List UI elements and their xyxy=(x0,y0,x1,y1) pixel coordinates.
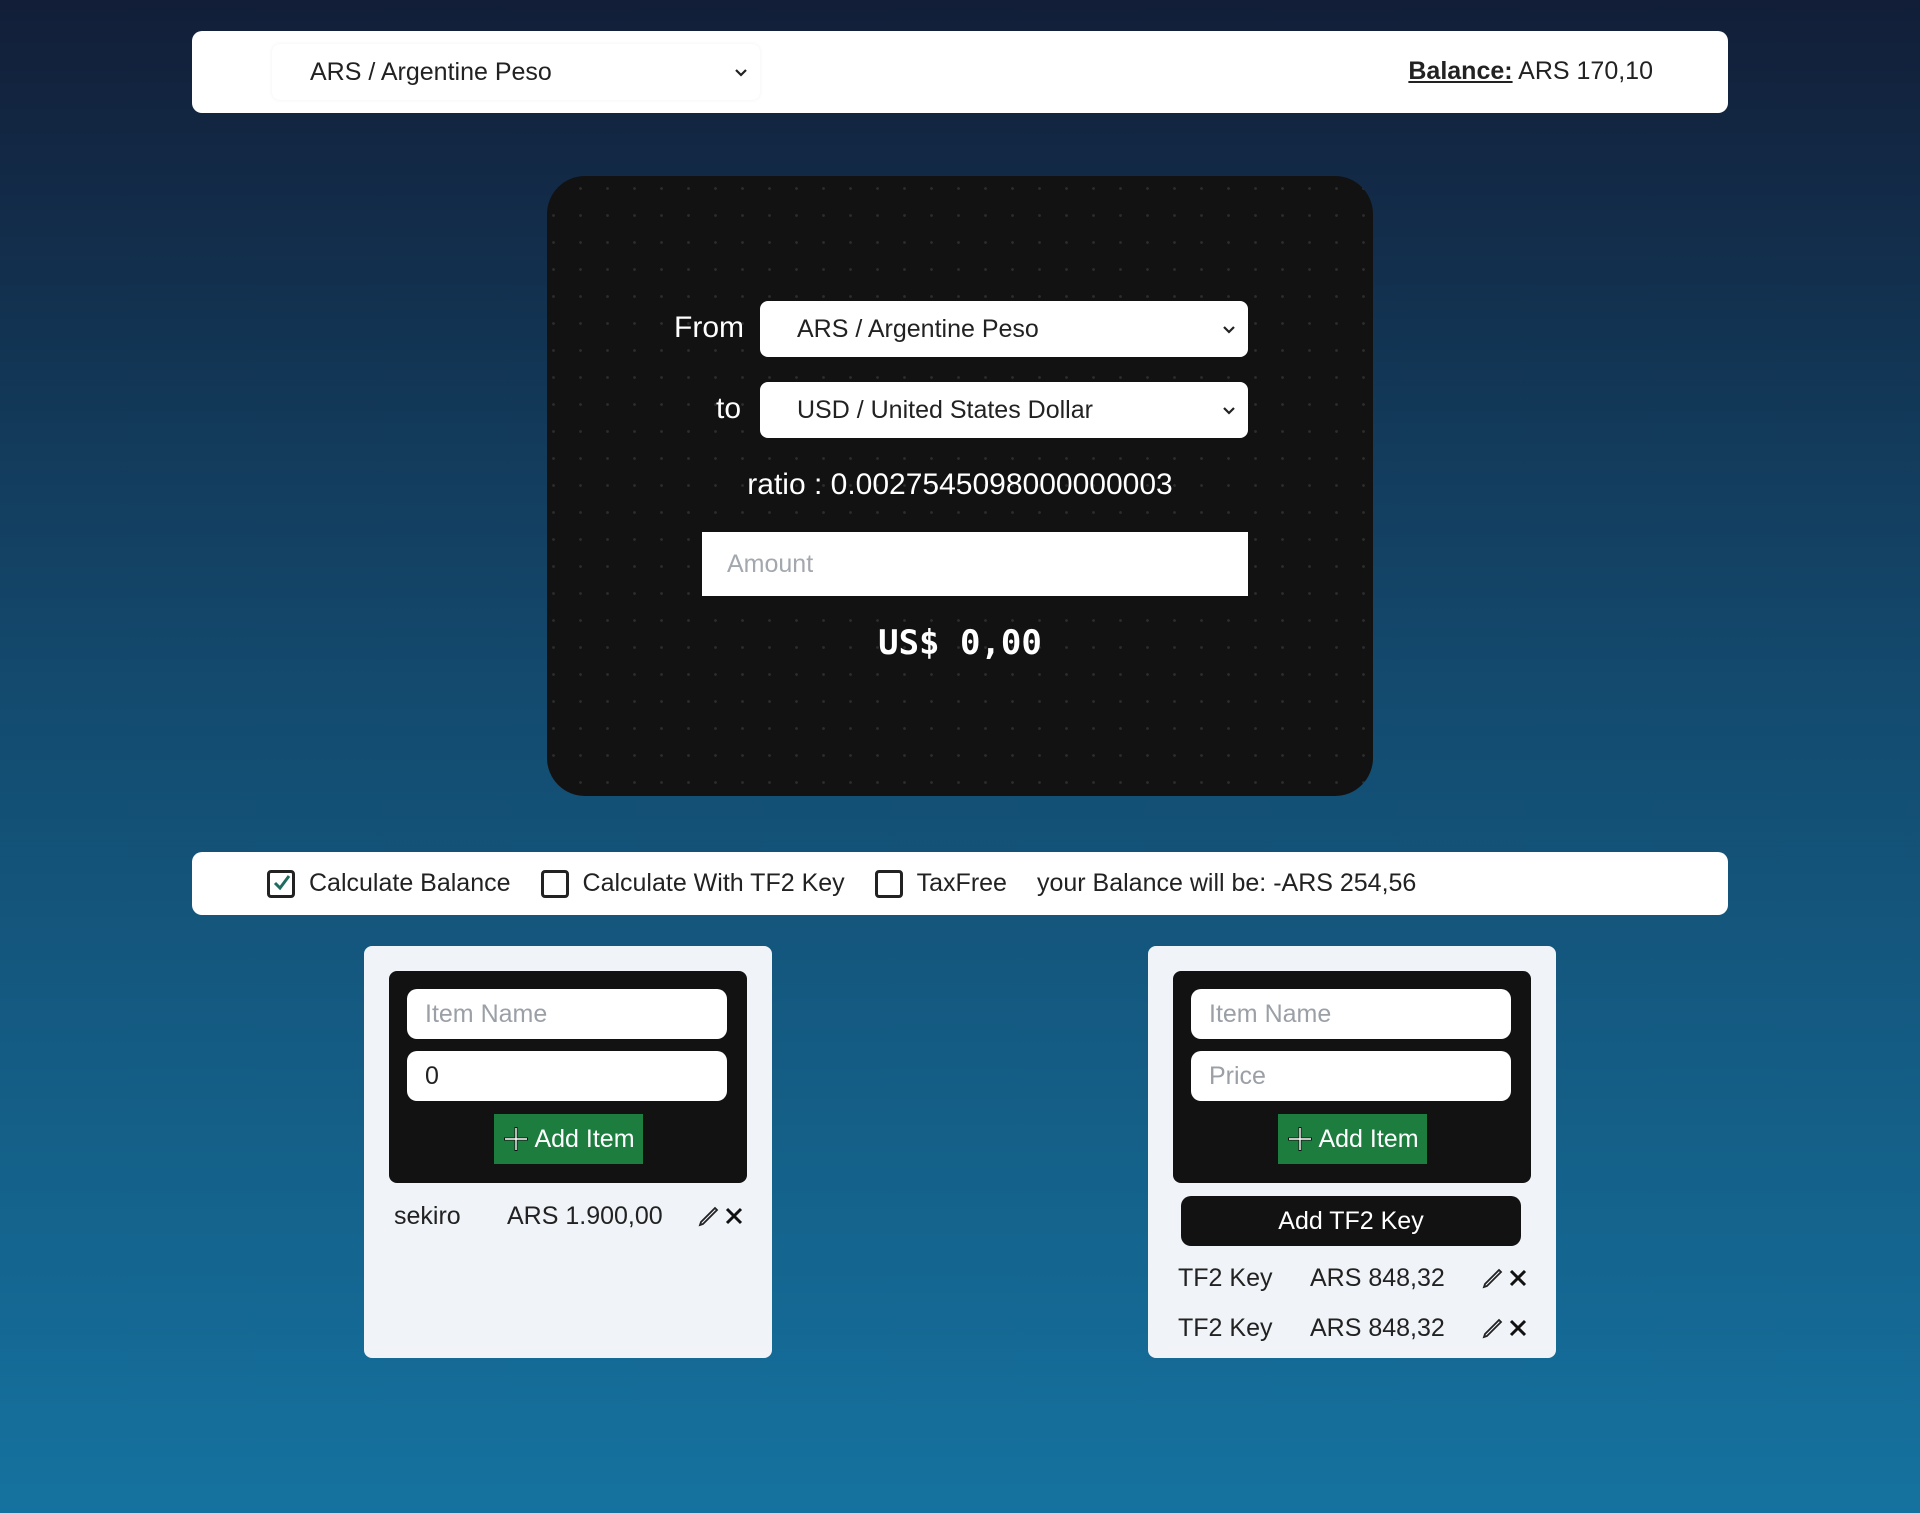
item-form: Add Item xyxy=(389,971,747,1183)
checkmark-icon xyxy=(273,874,291,890)
balance-value: ARS 170,10 xyxy=(1518,57,1653,85)
plus-icon xyxy=(1288,1127,1313,1151)
items-panel-left: Add Item sekiro ARS 1.900,00 xyxy=(364,946,772,1358)
taxfree-checkbox[interactable] xyxy=(874,869,903,898)
close-icon[interactable] xyxy=(723,1205,745,1227)
list-item: sekiro ARS 1.900,00 xyxy=(394,1196,754,1236)
taxfree-option[interactable]: TaxFree xyxy=(874,869,1007,898)
top-bar: ARS / Argentine Peso Balance: ARS 170,10 xyxy=(192,31,1728,113)
amount-input[interactable] xyxy=(702,532,1248,596)
pencil-icon[interactable] xyxy=(697,1204,721,1228)
to-currency-select[interactable]: USD / United States Dollar xyxy=(760,382,1248,438)
close-icon[interactable] xyxy=(1507,1317,1529,1339)
ratio-text: ratio : 0.0027545098000000003 xyxy=(747,468,1173,501)
calc-balance-checkbox[interactable] xyxy=(267,869,295,898)
pencil-icon[interactable] xyxy=(1481,1316,1505,1340)
calc-balance-label: Calculate Balance xyxy=(309,869,511,897)
chevron-down-icon xyxy=(1223,326,1235,334)
from-currency-select[interactable]: ARS / Argentine Peso xyxy=(760,301,1248,357)
converter-card: From ARS / Argentine Peso to USD / Unite… xyxy=(547,176,1373,796)
to-currency-value: USD / United States Dollar xyxy=(797,395,1093,424)
item-form: Add Item xyxy=(1173,971,1531,1183)
balance-display: Balance: ARS 170,10 xyxy=(1408,57,1653,86)
item-name: TF2 Key xyxy=(1178,1263,1273,1292)
plus-icon xyxy=(504,1127,529,1151)
add-item-button[interactable]: Add Item xyxy=(494,1114,643,1164)
items-panel-right: Add Item Add TF2 Key TF2 Key ARS 848,32 … xyxy=(1148,946,1556,1358)
item-name: sekiro xyxy=(394,1201,461,1230)
item-price-input[interactable] xyxy=(1191,1051,1511,1101)
add-tf2-key-button[interactable]: Add TF2 Key xyxy=(1181,1196,1521,1246)
from-currency-value: ARS / Argentine Peso xyxy=(797,314,1039,343)
calc-balance-option[interactable]: Calculate Balance xyxy=(267,869,511,898)
item-price: ARS 848,32 xyxy=(1310,1313,1445,1342)
currency-select[interactable]: ARS / Argentine Peso xyxy=(272,44,760,100)
item-name-input[interactable] xyxy=(407,989,727,1039)
currency-select-value: ARS / Argentine Peso xyxy=(310,57,552,86)
from-label: From xyxy=(674,311,744,344)
list-item: TF2 Key ARS 848,32 xyxy=(1178,1258,1538,1298)
pencil-icon[interactable] xyxy=(1481,1266,1505,1290)
item-price: ARS 848,32 xyxy=(1310,1263,1445,1292)
taxfree-label: TaxFree xyxy=(916,869,1007,897)
item-name: TF2 Key xyxy=(1178,1313,1273,1342)
add-item-label: Add Item xyxy=(534,1124,635,1153)
add-item-button[interactable]: Add Item xyxy=(1278,1114,1427,1164)
item-price-input[interactable] xyxy=(407,1051,727,1101)
conversion-result: US$ 0,00 xyxy=(878,623,1042,663)
item-name-input[interactable] xyxy=(1191,989,1511,1039)
balance-label: Balance: xyxy=(1408,57,1513,85)
add-item-label: Add Item xyxy=(1318,1124,1419,1153)
calc-tf2-option[interactable]: Calculate With TF2 Key xyxy=(540,869,845,898)
chevron-down-icon xyxy=(735,69,747,77)
item-price: ARS 1.900,00 xyxy=(507,1201,663,1230)
close-icon[interactable] xyxy=(1507,1267,1529,1289)
calc-tf2-label: Calculate With TF2 Key xyxy=(582,869,845,897)
list-item: TF2 Key ARS 848,32 xyxy=(1178,1308,1538,1348)
chevron-down-icon xyxy=(1223,407,1235,415)
balance-result-text: your Balance will be: -ARS 254,56 xyxy=(1036,869,1417,897)
calc-tf2-checkbox[interactable] xyxy=(540,869,569,898)
to-label: to xyxy=(716,392,742,425)
options-bar: Calculate Balance Calculate With TF2 Key… xyxy=(192,852,1728,915)
